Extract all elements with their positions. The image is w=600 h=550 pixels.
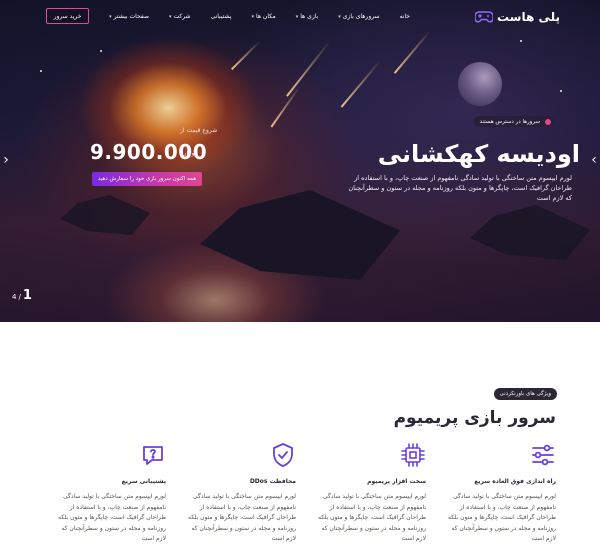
main-menu: خانه سرورهای بازی ▾ بازی ها ▾ مکان ها ▾ پشت…	[89, 13, 410, 20]
order-server-button[interactable]: همه اکنون سرور بازی خود را سفارش دهید	[92, 172, 202, 186]
chevron-down-icon: ▾	[295, 13, 299, 20]
feature-card: پشتیبانی سریع لورم ایپسوم متن ساختگی با …	[51, 442, 166, 550]
star	[100, 50, 102, 52]
logo-text: پلی هاست	[496, 10, 560, 24]
chat-help-icon	[140, 442, 166, 468]
menu-item-game-servers[interactable]: سرورهای بازی ▾	[338, 13, 379, 20]
menu-item-games[interactable]: بازی ها ▾	[296, 13, 319, 20]
chevron-down-icon: ▾	[109, 13, 112, 20]
menu-label: سرورهای بازی	[342, 13, 380, 20]
feature-description: لورم ایپسوم متن ساختگی با تولید سادگی نا…	[58, 493, 166, 542]
star	[560, 90, 562, 92]
menu-label: بازی ها	[300, 13, 319, 20]
slide-current: 1	[22, 288, 32, 303]
menu-item-company[interactable]: شرکت ▾	[169, 13, 191, 20]
feature-description: لورم ایپسوم متن ساختگی با تولید سادگی نا…	[448, 493, 556, 542]
menu-label: مکان ها	[256, 13, 276, 20]
feature-title: سخت افزار پریمیوم	[367, 478, 426, 485]
features-title: سرور بازی پریمیوم	[393, 408, 556, 428]
hero-title: اودیسه کهکشانی	[377, 140, 580, 168]
slide-separator: /	[18, 293, 21, 301]
menu-item-support[interactable]: پشتیبانی	[211, 13, 232, 20]
menu-label: پشتیبانی	[210, 13, 232, 20]
menu-label: خانه	[399, 13, 410, 20]
gamepad-icon	[474, 11, 493, 23]
feature-description: لورم ایپسوم متن ساختگی با تولید سادگی نا…	[318, 493, 426, 542]
price-label: شروع قیمت از	[180, 127, 218, 134]
chevron-down-icon: ▾	[168, 13, 172, 20]
menu-label: شرکت	[173, 13, 191, 20]
feature-title: محافظت DDos	[249, 478, 296, 485]
menu-item-locations[interactable]: مکان ها ▾	[252, 13, 276, 20]
feature-title: پشتیبانی سریع	[121, 478, 166, 485]
sliders-icon	[530, 442, 556, 468]
badge-text: سرورها در دسترس هستند	[479, 118, 540, 125]
slide-total: 4	[12, 293, 17, 301]
buy-server-button[interactable]: خرید سرور	[46, 8, 89, 24]
feature-title: راه اندازی فوق العاده سریع	[474, 478, 556, 485]
price-currency: تومان	[182, 150, 197, 157]
chevron-right-icon[interactable]: ›	[588, 152, 600, 168]
features-badge: ویژگی های باورنکردنی	[493, 388, 557, 400]
chevron-down-icon: ▾	[251, 13, 255, 20]
menu-item-home[interactable]: خانه	[400, 13, 410, 20]
chevron-left-icon[interactable]: ‹	[0, 152, 12, 168]
hero-description: لورم ایپسوم متن ساختگی با تولید سادگی نا…	[348, 174, 572, 202]
star	[40, 70, 42, 72]
planet-image	[458, 62, 502, 106]
star	[520, 40, 522, 42]
cpu-icon	[400, 442, 426, 468]
status-dot	[545, 118, 551, 125]
site-logo[interactable]: پلی هاست	[474, 10, 560, 24]
feature-card: سخت افزار پریمیوم لورم ایپسوم متن ساختگی…	[311, 442, 426, 550]
hero-slider: پلی هاست خانه سرورهای بازی ▾ بازی ها ▾ مکا…	[0, 0, 600, 322]
feature-card: محافظت DDos لورم ایپسوم متن ساختگی با تو…	[181, 442, 296, 550]
shield-check-icon	[270, 442, 296, 468]
feature-card: راه اندازی فوق العاده سریع لورم ایپسوم م…	[441, 442, 556, 550]
top-navigation: پلی هاست خانه سرورهای بازی ▾ بازی ها ▾ مکا…	[0, 8, 600, 28]
feature-description: لورم ایپسوم متن ساختگی با تولید سادگی نا…	[188, 493, 296, 542]
menu-label: صفحات بیشتر	[113, 13, 149, 20]
menu-item-more-pages[interactable]: صفحات بیشتر ▾	[109, 13, 149, 20]
availability-badge: سرورها در دسترس هستند	[473, 116, 554, 127]
slide-counter: 4 / 1	[12, 288, 32, 303]
chevron-down-icon: ▾	[338, 13, 341, 20]
